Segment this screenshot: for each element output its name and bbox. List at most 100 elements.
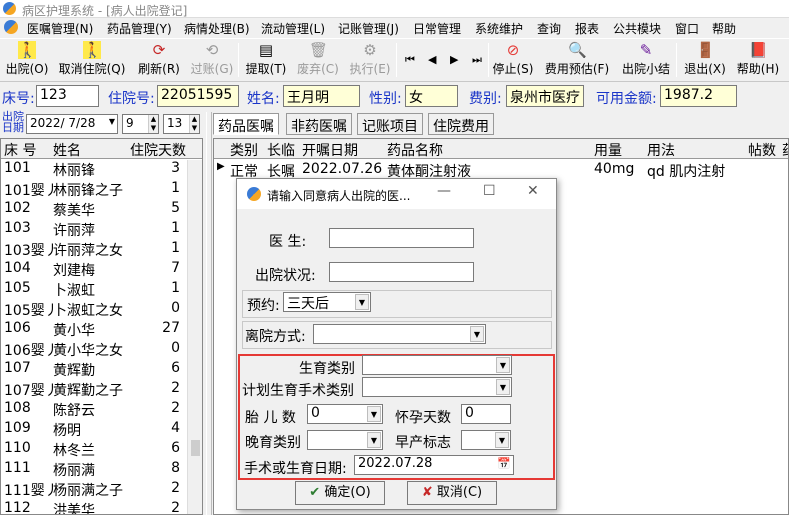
maximize-icon[interactable]: ☐ [483,183,496,199]
admission-no-field[interactable]: 22051595 [157,85,239,107]
splitter[interactable] [206,112,212,515]
cell-days: 6 [171,360,180,376]
discharge-hour-stepper[interactable]: 9 ▲ ▼ [122,114,159,134]
column-header[interactable]: 用量 [594,140,622,160]
premature-select[interactable]: ▼ [461,430,511,450]
execute-button[interactable]: ⚙ 执行(E) [347,41,393,79]
menu-public[interactable]: 公共模块 [613,20,661,37]
balance-field[interactable]: 1987.2 [660,85,737,107]
table-row[interactable]: 106婴丿 黄小华之女 0 [1,339,202,359]
leave-mode-select[interactable]: ▼ [313,324,486,344]
scrollbar-thumb[interactable] [191,440,200,456]
ok-button[interactable]: ✔ 确定(O) [295,481,385,505]
late-type-select[interactable]: ▼ [307,430,383,450]
stop-button[interactable]: ⊘ 停止(S) [490,41,536,79]
prev-record-icon[interactable]: ◀ [428,53,436,66]
patient-list-header: 床 号 姓名 住院天数 [1,139,202,159]
surgery-date-picker[interactable]: 2022.07.28 📅 [354,455,514,475]
fee-type-field[interactable]: 泉州市医疗 [506,85,584,107]
menu-help[interactable]: 帮助 [712,20,736,37]
table-row[interactable]: 108 陈舒云 2 [1,399,202,419]
post-button[interactable]: ⟲ 过账(G) [189,41,235,79]
table-row[interactable]: 105 卜淑虹 1 [1,279,202,299]
menu-drugs[interactable]: 药品管理(Y) [107,20,172,37]
table-row[interactable]: 103婴丿 许丽萍之女 1 [1,239,202,259]
table-row[interactable]: 103 许丽萍 1 [1,219,202,239]
post-icon: ⟲ [205,41,219,59]
menu-daily[interactable]: 日常管理 [413,20,461,37]
tab-hospital-fees[interactable]: 住院费用 [428,113,494,135]
close-icon[interactable]: ✕ [527,183,539,199]
tab-drug-orders[interactable]: 药品医嘱 [213,113,279,135]
menu-orders[interactable]: 医嘱管理(N) [27,20,93,37]
cell-bed: 110 [4,440,31,456]
menu-query[interactable]: 查询 [537,20,561,37]
first-record-icon[interactable]: ⏮ [405,53,415,67]
table-row[interactable]: 104 刘建梅 7 [1,259,202,279]
table-row[interactable]: 112 洪美华 2 [1,499,202,514]
discard-button[interactable]: 🗑 废弃(C) [295,41,341,79]
menu-window[interactable]: 窗口 [675,20,699,37]
cancel-admission-button[interactable]: 🚶 取消住院(Q) [57,41,127,79]
balance-label: 可用金额: [596,91,657,107]
menu-report[interactable]: 报表 [575,20,599,37]
table-row[interactable]: 109 杨明 4 [1,419,202,439]
extract-button[interactable]: ▤ 提取(T) [243,41,289,79]
status-label: 出院状况: [255,268,316,284]
bed-field[interactable]: 123 [36,85,99,107]
menu-billing[interactable]: 记账管理(J) [338,20,399,37]
surgery-label: 计划生育手术类别 [242,383,354,399]
discharge-date-picker[interactable]: 2022/ 7/28 ▼ [26,114,118,134]
column-header[interactable]: 类别 [230,140,258,160]
sex-field[interactable]: 女 [405,85,458,107]
appointment-select[interactable]: 三天后 ▼ [283,292,371,312]
discharge-summary-button[interactable]: ✎ 出院小结 [619,41,673,79]
table-row[interactable]: 101 林丽锋 3 [1,159,202,179]
cancel-button[interactable]: ✘ 取消(C) [407,481,497,505]
doctor-field[interactable] [329,228,474,248]
status-field[interactable] [329,262,474,282]
last-record-icon[interactable]: ⏭ [472,53,482,67]
name-field[interactable]: 王月明 [283,85,360,107]
column-header[interactable]: 用法 [647,140,675,160]
cell-days: 2 [171,380,180,396]
tab-billing-items[interactable]: 记账项目 [357,113,423,135]
table-row[interactable]: 105婴丿 卜淑虹之女 0 [1,299,202,319]
column-header[interactable]: 帖数 [748,140,776,160]
menu-system[interactable]: 系统维护 [475,20,523,37]
next-record-icon[interactable]: ▶ [450,53,458,66]
tab-non-drug-orders[interactable]: 非药医嘱 [286,113,352,135]
table-row[interactable]: 111 杨丽满 8 [1,459,202,479]
table-row[interactable]: 102 蔡美华 5 [1,199,202,219]
minimize-icon[interactable]: — [437,183,451,199]
patient-list-scrollbar[interactable] [187,160,202,514]
fertility-select[interactable]: ▼ [362,355,512,375]
column-header[interactable]: 长临 [267,140,295,160]
table-row[interactable]: 111婴丿 杨丽满之子 2 [1,479,202,499]
menu-flow[interactable]: 流动管理(L) [261,20,325,37]
pregnancy-days-field[interactable]: 0 [461,404,511,424]
chevron-down-icon: ▼ [496,379,510,395]
column-header[interactable]: 姓名 [53,140,81,160]
table-row[interactable]: ▶ 正常 长嘱 2022.07.26 黄体酮注射液 40mg qd 肌内注射 [214,160,788,180]
column-header[interactable]: 开嘱日期 [302,140,358,160]
table-row[interactable]: 110 林冬兰 6 [1,439,202,459]
pen-icon: ✎ [639,41,653,59]
menu-condition[interactable]: 病情处理(B) [184,20,250,37]
exit-button[interactable]: 🚪 退出(X) [682,41,728,79]
refresh-button[interactable]: ⟳ 刷新(R) [136,41,182,79]
column-header[interactable]: 药品名称 [387,140,443,160]
table-row[interactable]: 107婴丿 黄辉勤之子 2 [1,379,202,399]
surgery-select[interactable]: ▼ [362,377,512,397]
discharge-minute-stepper[interactable]: 13 ▲ ▼ [163,114,200,134]
cost-estimate-button[interactable]: 🔍 费用预估(F) [541,41,613,79]
table-row[interactable]: 106 黄小华 27 [1,319,202,339]
column-header[interactable]: 药 [782,140,788,160]
table-row[interactable]: 101婴丿 林丽锋之子 1 [1,179,202,199]
table-row[interactable]: 107 黄辉勤 6 [1,359,202,379]
column-header[interactable]: 住院天数 [130,140,186,160]
column-header[interactable]: 床 号 [4,140,36,160]
fetus-select[interactable]: 0 ▼ [307,404,383,424]
discharge-button[interactable]: 🚶 出院(O) [4,41,50,79]
help-button[interactable]: 📕 帮助(H) [735,41,781,79]
